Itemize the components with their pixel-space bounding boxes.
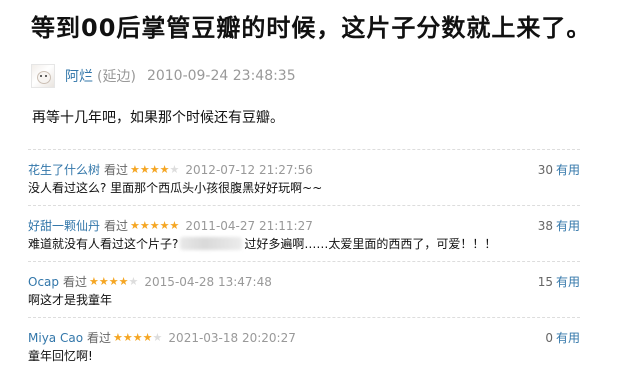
comment-date: 2015-04-28 13:47:48 <box>144 274 272 289</box>
star-filled-icon: ★ <box>139 162 150 176</box>
vote-count: 15 <box>537 275 553 289</box>
watched-label: 看过 <box>104 163 129 177</box>
comment-header: 花生了什么树 看过 ★ ★ ★ ★ ★ 2012-07-12 21:27:56 <box>28 161 313 178</box>
star-filled-icon: ★ <box>113 330 123 344</box>
star-filled-icon: ★ <box>169 218 180 232</box>
author-avatar[interactable] <box>31 64 55 88</box>
comment-user-link[interactable]: Ocap <box>28 275 59 289</box>
redacted-text <box>180 237 243 250</box>
comment-user-link[interactable]: 好甜一颗仙丹 <box>28 217 100 234</box>
comment-item: Miya Cao 看过 ★ ★ ★ ★ ★ 2021-03-18 20:20:27 0有… <box>28 317 580 368</box>
star-filled-icon: ★ <box>122 330 133 344</box>
comment-date: 2021-03-18 20:20:27 <box>168 330 296 345</box>
comment-date: 2011-04-27 21:11:27 <box>185 218 313 233</box>
useful-button[interactable]: 有用 <box>556 331 580 345</box>
useful-button[interactable]: 有用 <box>556 219 580 233</box>
author-location: (延边) <box>97 69 136 85</box>
comment-text: 啊这才是我童年 <box>28 293 113 307</box>
author-name-link[interactable]: 阿烂 <box>65 66 93 86</box>
useful-vote: 15 有用 <box>538 273 580 290</box>
star-filled-icon: ★ <box>130 218 140 232</box>
rating-stars: ★ ★ ★ ★ ★ <box>113 330 163 344</box>
comment-text: 难道就没有人看过这个片子? 过好多遍啊……太爱里面的西西了，可爱！！！ <box>28 235 496 252</box>
review-title: 等到00后掌管豆瓣的时候，这片子分数就上来了。 <box>31 14 592 42</box>
author-row: 阿烂 (延边) 2010-09-24 23:48:35 <box>31 62 296 90</box>
star-empty-icon: ★ <box>169 162 180 176</box>
star-filled-icon: ★ <box>142 330 153 344</box>
watched-label: 看过 <box>63 275 88 289</box>
review-body: 再等十几年吧，如果那个时候还有豆瓣。 <box>32 110 284 126</box>
comment-date: 2012-07-12 21:27:56 <box>185 162 313 177</box>
comment-item: 好甜一颗仙丹 看过 ★ ★ ★ ★ ★ 2011-04-27 21:11:27 38 有用… <box>28 205 580 258</box>
comment-header: Miya Cao 看过 ★ ★ ★ ★ ★ 2021-03-18 20:20:27 <box>28 329 296 346</box>
comment-text-end: 过好多遍啊……太爱里面的西西了，可爱！！！ <box>244 237 497 251</box>
watched-label: 看过 <box>87 331 112 345</box>
vote-count: 30 <box>537 163 553 177</box>
comment-user-link[interactable]: 花生了什么树 <box>28 161 100 178</box>
star-filled-icon: ★ <box>149 218 160 232</box>
useful-vote: 30 有用 <box>538 161 580 178</box>
useful-vote: 38 有用 <box>538 217 580 234</box>
star-filled-icon: ★ <box>130 162 140 176</box>
star-filled-icon: ★ <box>108 274 119 288</box>
watched-label: 看过 <box>104 219 129 233</box>
star-filled-icon: ★ <box>118 274 129 288</box>
useful-vote: 0 有用 <box>545 329 580 346</box>
review-date: 2010-09-24 23:48:35 <box>146 68 296 84</box>
rating-stars: ★ ★ ★ ★ ★ <box>89 274 139 288</box>
comment-text: 没人看过这么? 里面那个西瓜头小孩很腹黑好好玩啊~~ <box>28 181 323 195</box>
vote-count: 38 <box>537 219 553 233</box>
comment-text: 童年回忆啊! <box>28 349 93 363</box>
comment-text-start: 难道就没有人看过这个片子? <box>28 237 179 251</box>
star-filled-icon: ★ <box>132 330 143 344</box>
rating-stars: ★ ★ ★ ★ ★ <box>130 218 180 232</box>
comment-item: Ocap 看过 ★ ★ ★ ★ ★ 2015-04-28 13:47:48 15 有用 啊… <box>28 261 580 312</box>
star-filled-icon: ★ <box>159 162 170 176</box>
star-filled-icon: ★ <box>159 218 170 232</box>
star-filled-icon: ★ <box>139 218 150 232</box>
useful-button[interactable]: 有用 <box>556 275 580 289</box>
star-filled-icon: ★ <box>98 274 109 288</box>
rating-stars: ★ ★ ★ ★ ★ <box>130 162 180 176</box>
star-empty-icon: ★ <box>128 274 139 288</box>
star-filled-icon: ★ <box>149 162 160 176</box>
star-filled-icon: ★ <box>89 274 99 288</box>
comment-user-link[interactable]: Miya Cao <box>28 331 83 345</box>
comment-item: 花生了什么树 看过 ★ ★ ★ ★ ★ 2012-07-12 21:27:56 30 有用… <box>28 149 580 202</box>
vote-count: 0 <box>545 331 553 345</box>
useful-button[interactable]: 有用 <box>556 163 580 177</box>
star-empty-icon: ★ <box>152 330 163 344</box>
comment-header: 好甜一颗仙丹 看过 ★ ★ ★ ★ ★ 2011-04-27 21:11:27 <box>28 217 313 234</box>
comment-header: Ocap 看过 ★ ★ ★ ★ ★ 2015-04-28 13:47:48 <box>28 273 272 290</box>
